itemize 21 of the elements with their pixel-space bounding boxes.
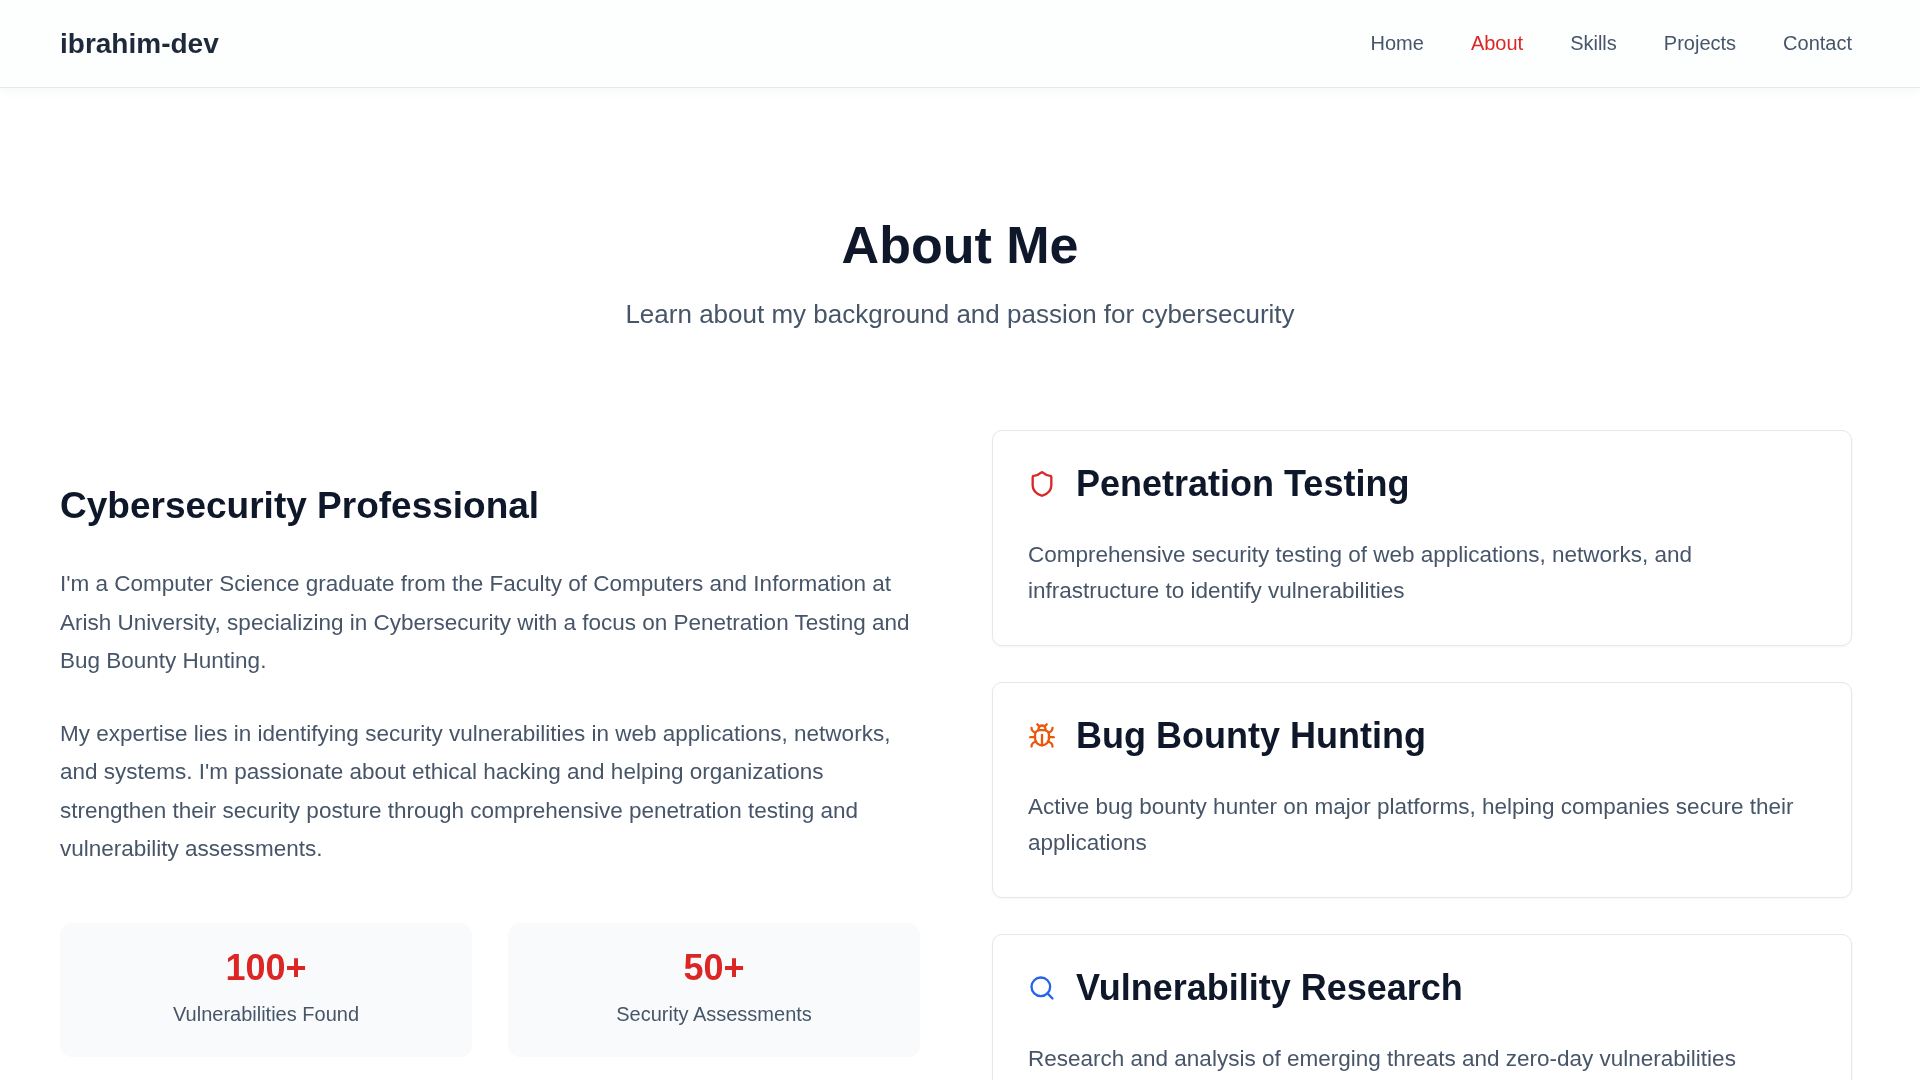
service-title: Penetration Testing <box>1076 463 1410 505</box>
nav-link[interactable]: Projects <box>1663 32 1737 55</box>
nav-link[interactable]: Contact <box>1783 32 1852 55</box>
nav-link[interactable]: About <box>1470 32 1524 55</box>
stat-label: Security Assessments <box>616 1002 812 1026</box>
site-logo[interactable]: ibrahim-dev <box>60 27 219 60</box>
service-title: Vulnerability Research <box>1076 967 1463 1009</box>
service-description: Comprehensive security testing of web applications, networks, and infrastructure to identify vulnerabilities <box>1028 541 1694 605</box>
service-description: Research and analysis of emerging threats and zero-day vulnerabilities <box>1028 1045 1737 1073</box>
service-title: Bug Bounty Hunting <box>1076 715 1426 757</box>
stat-label: Vulnerabilities Found <box>172 1002 359 1026</box>
nav-link[interactable]: Skills <box>1570 32 1617 55</box>
bio-paragraph: My expertise lies in identifying security vulnerabilities in web applications, networks, and systems. I'm passionate about ethical hacking and helping organizations strengthen their security posture through comprehensive penetration testing and vulnerability assessments. <box>60 719 892 863</box>
page-subtitle: Learn about my background and passion for cybersecurity <box>625 299 1295 330</box>
nav-link[interactable]: Home <box>1370 32 1424 55</box>
page-title: About Me <box>841 215 1079 275</box>
service-description: Active bug bounty hunter on major platforms, helping companies secure their applications <box>1028 793 1795 857</box>
section-heading: Cybersecurity Professional <box>60 485 541 527</box>
bio-paragraph: I'm a Computer Science graduate from the Faculty of Computers and Information at Arish University, specializing in Cybersecurity with a focus on Penetration Testing and Bug Bounty Hunting. <box>60 570 911 675</box>
stat-value: 50+ <box>683 946 745 989</box>
stat-value: 100+ <box>225 946 307 989</box>
